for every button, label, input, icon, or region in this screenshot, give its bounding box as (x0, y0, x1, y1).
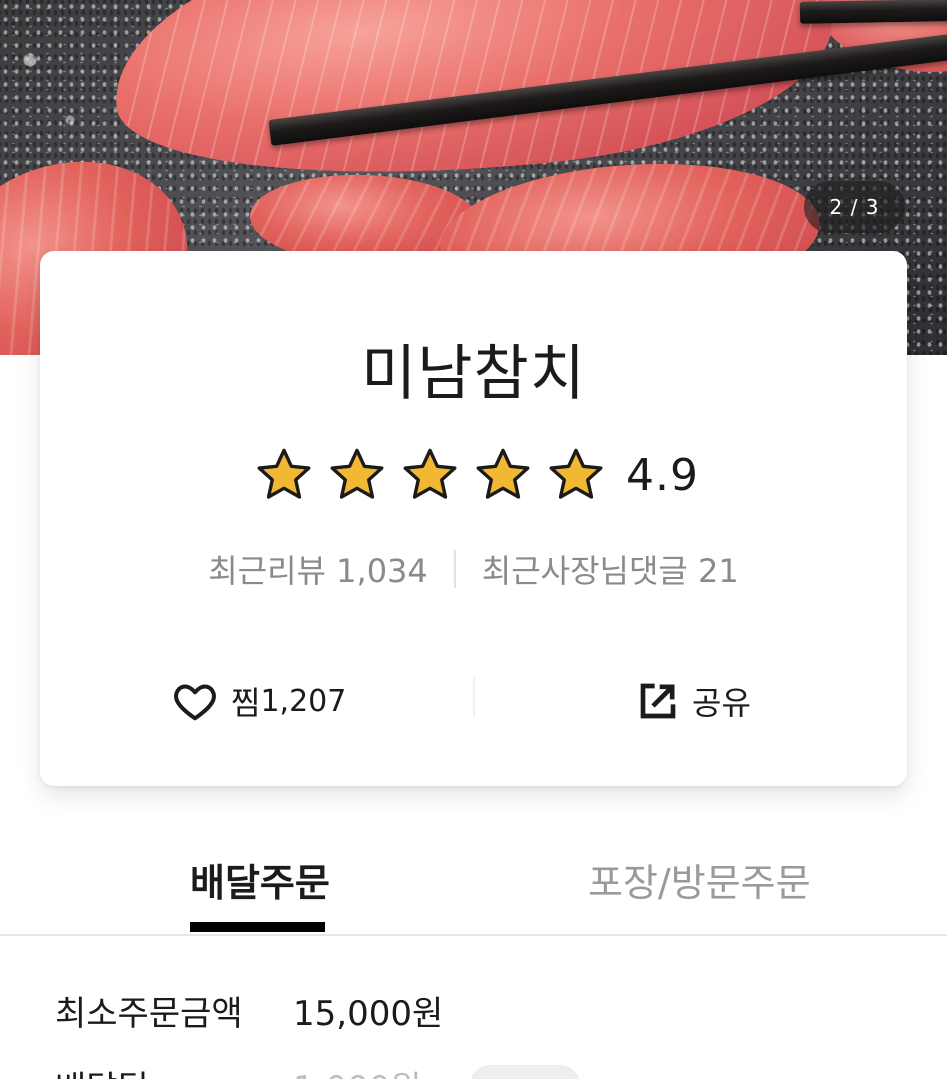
delivery-fee-label: 배달팁 (55, 1061, 293, 1079)
like-label: 찜 (231, 684, 261, 722)
like-button[interactable]: 찜 1,207 (173, 671, 346, 731)
store-name: 미남참치 (361, 339, 586, 409)
active-tab-indicator (190, 922, 325, 932)
delivery-fee-row: 배달팁 1,000원~ (55, 1060, 581, 1079)
review-summary: 최근리뷰 1,034 최근사장님댓글 21 (40, 547, 907, 591)
review-divider (453, 550, 456, 588)
min-order-value: 15,000원 (293, 993, 444, 1034)
star-icon (257, 448, 311, 499)
store-detail-page: 2 / 3 미남참치 4.9 최근리뷰 1,034 최근사장님댓글 21 찜 1… (0, 0, 947, 1079)
share-button[interactable]: 공유 (638, 671, 751, 731)
rating-value: 4.9 (626, 449, 699, 501)
star-icon (330, 448, 384, 499)
delivery-fee-value: 1,000원~ (293, 1061, 450, 1079)
recent-owner-replies-link[interactable]: 최근사장님댓글 21 (482, 546, 739, 592)
star-icon (549, 448, 603, 499)
recent-reviews-link[interactable]: 최근리뷰 1,034 (208, 546, 428, 592)
chopstick (799, 0, 947, 24)
store-actions: 찜 1,207 공유 (40, 671, 907, 731)
tab-delivery-order[interactable]: 배달주문 (190, 852, 330, 907)
star-icon (476, 448, 530, 499)
rating-row[interactable]: 4.9 (255, 445, 699, 505)
image-page-indicator: 2 / 3 (804, 181, 905, 233)
heart-icon (174, 684, 216, 721)
share-icon (640, 683, 676, 719)
delivery-fee-detail-button[interactable] (470, 1065, 581, 1079)
star-icon (403, 448, 457, 499)
actions-divider (473, 677, 475, 717)
order-type-tabs: 배달주문 포장/방문주문 (0, 830, 947, 936)
min-order-row: 최소주문금액 15,000원 (55, 985, 443, 1035)
min-order-label: 최소주문금액 (55, 993, 243, 1034)
like-count: 1,207 (260, 683, 347, 719)
tab-pickup-order[interactable]: 포장/방문주문 (588, 852, 811, 907)
share-label: 공유 (692, 684, 751, 722)
store-info-card: 미남참치 4.9 최근리뷰 1,034 최근사장님댓글 21 찜 1,207 공… (40, 251, 907, 786)
